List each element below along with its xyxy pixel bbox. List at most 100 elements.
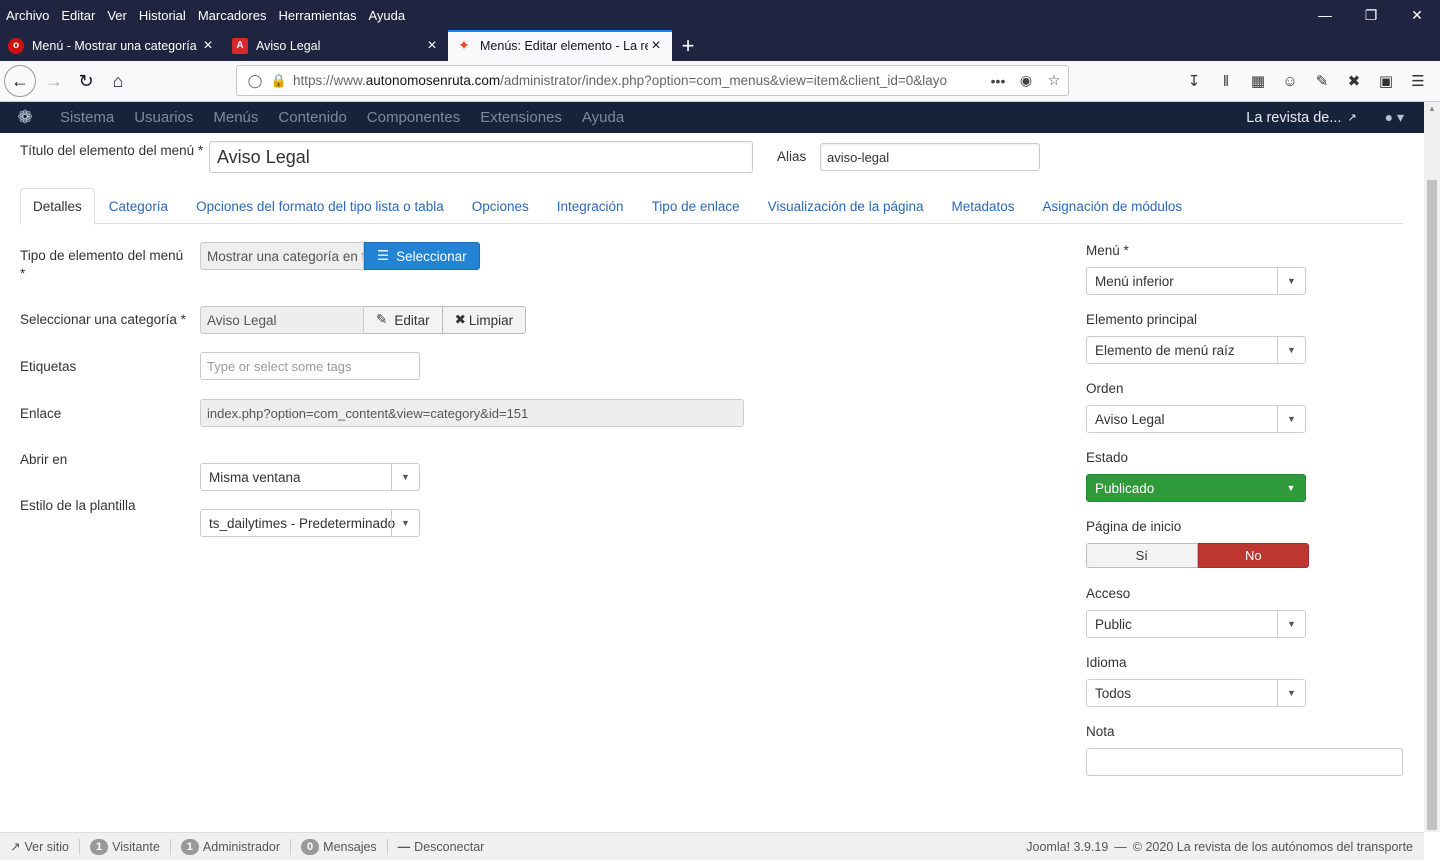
nav-menus[interactable]: Menús	[203, 109, 268, 126]
language-select[interactable]: Todos ▼	[1086, 679, 1306, 707]
view-site-label: Ver sitio	[24, 839, 69, 854]
sidebar-icon[interactable]: ▦	[1242, 72, 1274, 90]
status-bar: ↗ Ver sitio 1 Visitante 1 Administrador …	[0, 832, 1424, 860]
forward-icon[interactable]: →	[38, 65, 70, 97]
tab-metadatos[interactable]: Metadatos	[938, 188, 1029, 224]
template-style-select[interactable]: ts_dailytimes - Predeterminado ▼	[200, 509, 420, 537]
download-icon[interactable]: ↧	[1178, 72, 1210, 90]
open-in-select[interactable]: Misma ventana ▼	[200, 463, 420, 491]
joomla-logo-icon[interactable]: ❁	[0, 102, 50, 133]
home-yes-button[interactable]: Sí	[1086, 543, 1198, 568]
maximize-icon[interactable]: ❐	[1348, 0, 1394, 30]
tab-menus-edit[interactable]: ✦ Menús: Editar elemento - La re ×	[448, 30, 672, 61]
logout-link[interactable]: — Desconectar	[388, 839, 495, 855]
status-value: Publicado	[1095, 480, 1155, 496]
clear-category-button[interactable]: ✖ Limpiar	[442, 306, 527, 334]
menu-ver[interactable]: Ver	[101, 8, 133, 23]
bookmark-star-icon[interactable]: ☆	[1040, 72, 1068, 89]
account-icon[interactable]: ☺	[1274, 73, 1306, 90]
url-text[interactable]: https://www.autonomosenruta.com/administ…	[293, 73, 984, 88]
tab-categoria[interactable]: Categoría	[95, 188, 182, 224]
home-label: Página de inicio	[1086, 519, 1182, 534]
tab-visualizacion[interactable]: Visualización de la página	[754, 188, 938, 224]
apps-icon[interactable]: ▣	[1370, 72, 1402, 90]
nav-sistema[interactable]: Sistema	[50, 109, 124, 126]
tab-tipo-enlace[interactable]: Tipo de enlace	[638, 188, 754, 224]
acrobat-icon: A	[232, 37, 248, 54]
parent-label: Elemento principal	[1086, 312, 1198, 327]
messages-item[interactable]: 0 Mensajes	[291, 838, 388, 855]
tags-input[interactable]: Type or select some tags	[200, 352, 420, 380]
tab-asignacion-modulos[interactable]: Asignación de módulos	[1029, 188, 1197, 224]
parent-select[interactable]: Elemento de menú raíz ▼	[1086, 336, 1306, 364]
hamburger-menu-icon[interactable]: ☰	[1402, 72, 1434, 90]
tab-integracion[interactable]: Integración	[543, 188, 638, 224]
title-input[interactable]: Aviso Legal	[209, 141, 753, 173]
back-icon[interactable]: ←	[4, 65, 36, 97]
library-icon[interactable]: ‖	[1210, 73, 1242, 90]
shield-icon[interactable]: ◯	[245, 73, 265, 89]
site-name-link[interactable]: La revista de...	[1246, 110, 1341, 126]
field-abrir: Abrir en Misma ventana ▼	[20, 451, 420, 497]
minimize-icon[interactable]: —	[1302, 0, 1348, 30]
access-select[interactable]: Public ▼	[1086, 610, 1306, 638]
admins-item[interactable]: 1 Administrador	[171, 838, 292, 855]
tab-aviso-legal[interactable]: A Aviso Legal ×	[224, 30, 448, 61]
menu-editar[interactable]: Editar	[55, 8, 101, 23]
side-idioma: Idioma Todos ▼	[1086, 655, 1306, 707]
nav-ayuda[interactable]: Ayuda	[572, 109, 634, 126]
opera-icon: o	[8, 37, 24, 54]
tab-detalles[interactable]: Detalles	[20, 188, 95, 225]
menu-ayuda[interactable]: Ayuda	[362, 8, 411, 23]
nav-usuarios[interactable]: Usuarios	[124, 109, 203, 126]
menu-value: Menú inferior	[1095, 273, 1174, 289]
visitors-item[interactable]: 1 Visitante	[80, 838, 171, 855]
note-input[interactable]	[1086, 748, 1403, 776]
nav-extensiones[interactable]: Extensiones	[470, 109, 572, 126]
page-scrollbar[interactable]: ▲	[1424, 102, 1440, 832]
lock-icon[interactable]: 🔒	[269, 73, 289, 89]
chevron-down-icon: ▼	[391, 510, 419, 536]
more-icon[interactable]: •••	[984, 73, 1012, 89]
edit-label: Editar	[394, 312, 430, 328]
select-type-button[interactable]: ☰ Seleccionar	[364, 242, 480, 270]
eyedropper-icon[interactable]: ✎	[1306, 72, 1338, 90]
status-select[interactable]: Publicado ▼	[1086, 474, 1306, 502]
admins-label: Administrador	[202, 839, 281, 854]
pocket-icon[interactable]: ◉	[1012, 72, 1040, 89]
menu-herramientas[interactable]: Herramientas	[272, 8, 362, 23]
url-bar[interactable]: ◯ 🔒 https://www.autonomosenruta.com/admi…	[236, 65, 1069, 96]
menu-archivo[interactable]: Archivo	[0, 8, 55, 23]
menu-select[interactable]: Menú inferior ▼	[1086, 267, 1306, 295]
close-tab-icon[interactable]: ×	[200, 37, 216, 55]
new-tab-icon[interactable]: +	[672, 30, 704, 61]
chevron-down-icon: ▼	[391, 464, 419, 490]
menu-marcadores[interactable]: Marcadores	[192, 8, 273, 23]
order-label: Orden	[1086, 381, 1124, 396]
nav-componentes[interactable]: Componentes	[357, 109, 470, 126]
close-icon[interactable]: ✕	[1394, 0, 1440, 30]
tab-opciones[interactable]: Opciones	[458, 188, 543, 224]
tipo-control: Mostrar una categoría en f ☰ Seleccionar	[200, 242, 480, 270]
order-select[interactable]: Aviso Legal ▼	[1086, 405, 1306, 433]
nav-contenido[interactable]: Contenido	[268, 109, 356, 126]
home-no-button[interactable]: No	[1197, 543, 1309, 568]
chevron-down-icon: ▼	[1277, 268, 1305, 294]
home-icon[interactable]: ⌂	[102, 65, 134, 97]
tab-label: Aviso Legal	[256, 38, 321, 53]
close-tab-icon[interactable]: ×	[648, 37, 664, 55]
view-site-link[interactable]: ↗ Ver sitio	[0, 838, 80, 855]
extension-icon[interactable]: ✖	[1338, 72, 1370, 90]
tab-label: Menú - Mostrar una categoría	[32, 38, 197, 53]
tab-menu-category[interactable]: o Menú - Mostrar una categoría ×	[0, 30, 224, 61]
abrir-label: Abrir en	[20, 452, 68, 467]
scroll-up-icon[interactable]: ▲	[1427, 104, 1437, 113]
close-tab-icon[interactable]: ×	[424, 37, 440, 55]
menu-historial[interactable]: Historial	[133, 8, 192, 23]
edit-category-button[interactable]: ✎ Editar	[364, 306, 443, 334]
tab-opciones-formato[interactable]: Opciones del formato del tipo lista o ta…	[182, 188, 458, 224]
user-menu-icon[interactable]: ● ▾	[1385, 109, 1404, 126]
scrollbar-thumb[interactable]	[1427, 180, 1437, 830]
reload-icon[interactable]: ↻	[70, 65, 102, 97]
alias-input[interactable]: aviso-legal	[820, 143, 1040, 171]
